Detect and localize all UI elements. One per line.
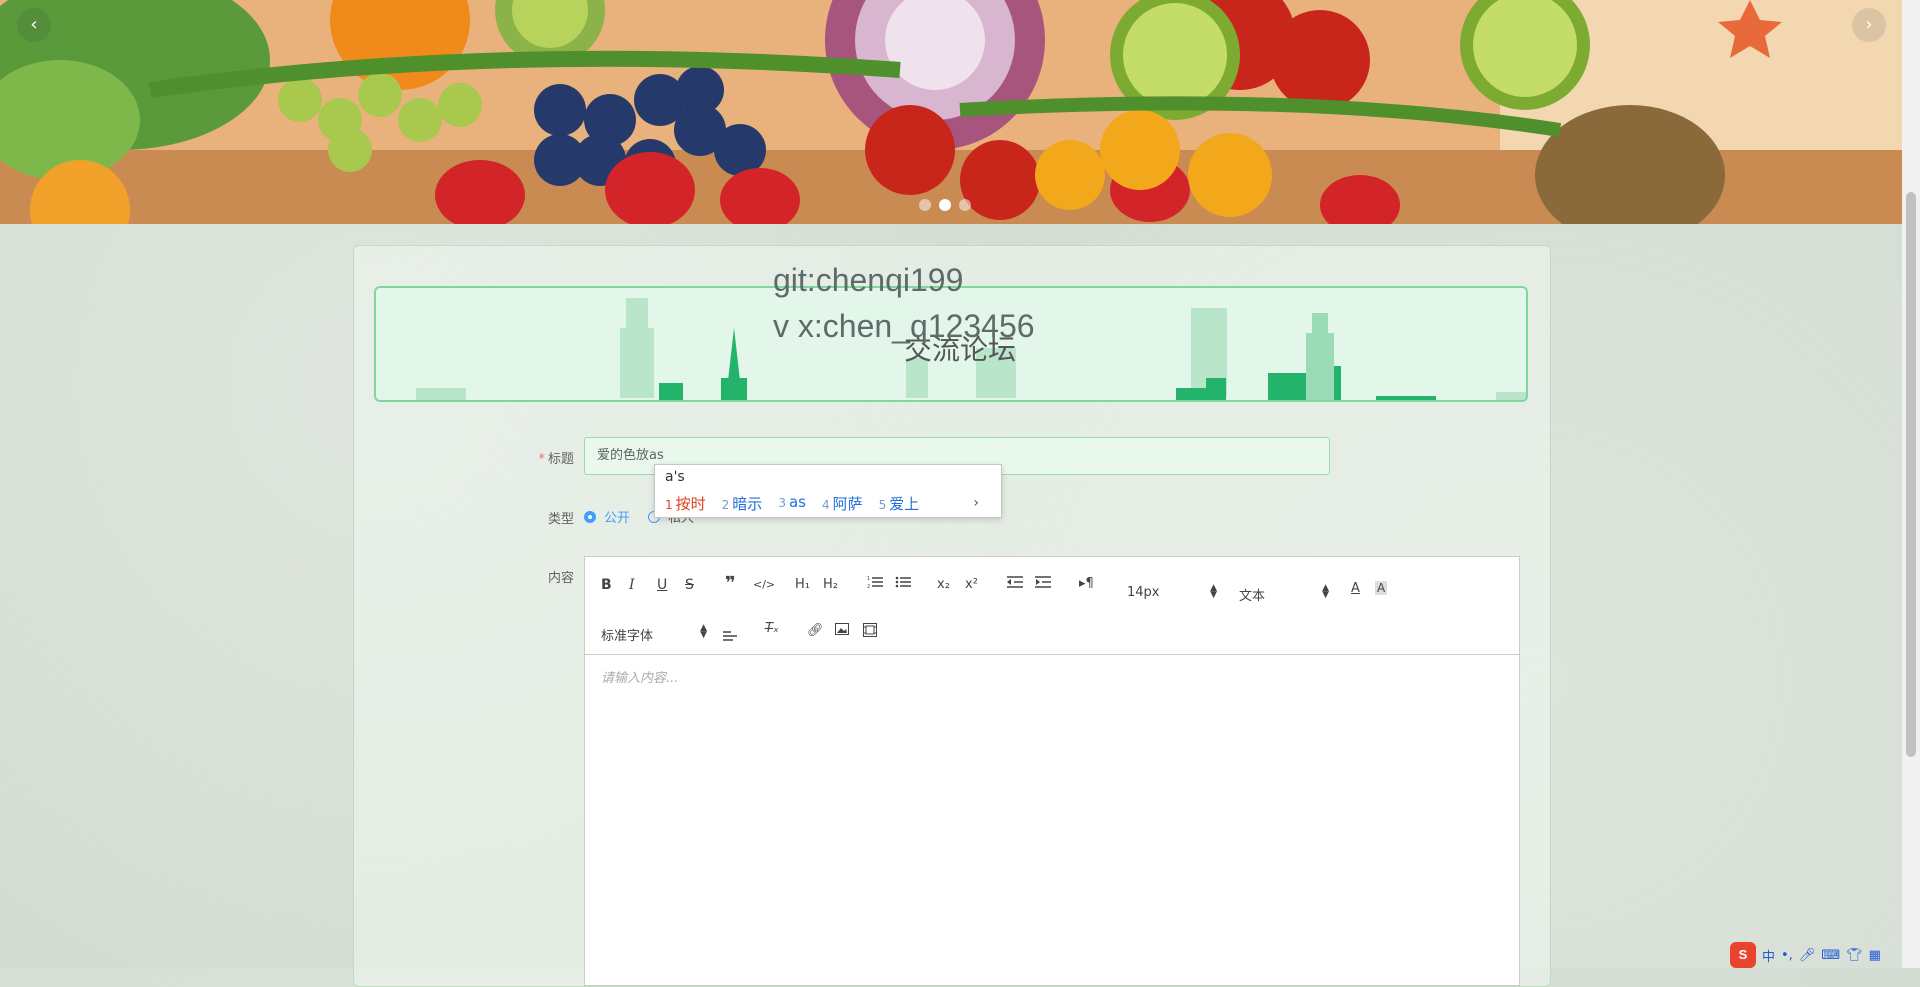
ime-candidate-list: 1 按时 2 暗示 3 as 4 阿萨 5 爱上 — [665, 493, 919, 514]
fruit-vegetable-image — [0, 0, 1902, 224]
link-icon[interactable]: 🔗︎ — [807, 623, 824, 638]
align-icon[interactable] — [723, 627, 737, 641]
page-scrollbar[interactable] — [1902, 0, 1920, 968]
carousel-dot-active[interactable] — [939, 199, 951, 211]
header-value: 文本 — [1239, 589, 1266, 604]
ime-composition: a's — [665, 469, 685, 485]
ime-tray: S 中 •, 🎤︎ ⌨ 👕︎ ▦ — [1730, 942, 1881, 968]
title-label-text: 标题 — [547, 452, 574, 467]
svg-text:1: 1 — [867, 576, 870, 582]
scrollbar-thumb[interactable] — [1906, 192, 1916, 757]
carousel-banner: ‹ › — [0, 0, 1902, 224]
font-family-value: 标准字体 — [601, 629, 654, 644]
editor-placeholder[interactable]: 请输入内容... — [601, 667, 678, 686]
blockquote-icon[interactable]: ❞ — [725, 573, 736, 594]
font-size-value: 14px — [1127, 585, 1160, 600]
carousel-dot[interactable] — [919, 199, 931, 211]
punctuation-icon[interactable]: •, — [1781, 948, 1793, 963]
required-mark: * — [538, 452, 545, 467]
ime-candidate-1[interactable]: 1 按时 — [665, 493, 706, 514]
video-icon[interactable] — [863, 623, 877, 637]
font-family-picker[interactable]: 标准字体 ▲ ▼ — [601, 623, 707, 645]
watermark-line-1: git:chenqi199 — [773, 262, 964, 298]
type-radio-public[interactable]: 公开 — [584, 507, 630, 526]
radio-checked-icon — [584, 510, 596, 523]
font-color-icon[interactable]: A — [1351, 581, 1360, 596]
subscript-icon[interactable]: x₂ — [937, 577, 950, 592]
rich-text-editor: B I U S ❞ </> H₁ H₂ 12 x₂ x² ▸¶ 14px ▲ ▼ … — [584, 556, 1520, 986]
picker-arrows-icon: ▲ ▼ — [1322, 583, 1329, 600]
font-size-picker[interactable]: 14px ▲ ▼ — [1127, 583, 1217, 601]
code-block-icon[interactable]: </> — [753, 578, 775, 591]
type-label: 类型 — [547, 512, 574, 527]
watermark-line-2: v x:chen_q123456 — [773, 308, 1035, 344]
background-color-icon[interactable]: A — [1375, 581, 1388, 595]
candidate-num: 3 — [778, 496, 786, 510]
ime-candidate-4[interactable]: 4 阿萨 — [822, 493, 863, 514]
title-label: * 标题 — [494, 448, 574, 467]
candidate-num: 2 — [721, 498, 730, 512]
carousel-prev-button[interactable]: ‹ — [17, 8, 51, 42]
outdent-icon[interactable] — [1007, 575, 1023, 589]
ime-candidate-3[interactable]: 3 as — [778, 493, 806, 514]
candidate-num: 5 — [878, 498, 887, 512]
superscript-icon[interactable]: x² — [965, 577, 978, 592]
candidate-num: 1 — [665, 498, 673, 512]
header-1-icon[interactable]: H₁ — [795, 577, 810, 592]
carousel-dot[interactable] — [959, 199, 971, 211]
editor-toolbar: B I U S ❞ </> H₁ H₂ 12 x₂ x² ▸¶ 14px ▲ ▼ … — [585, 557, 1519, 655]
candidate-text: 爱上 — [889, 495, 920, 513]
indent-icon[interactable] — [1035, 575, 1051, 589]
carousel-next-button[interactable]: › — [1852, 8, 1886, 42]
bullet-list-icon[interactable] — [895, 575, 911, 589]
keyboard-icon[interactable]: ⌨ — [1821, 948, 1840, 963]
carousel-indicators — [919, 199, 971, 211]
candidate-text: 按时 — [675, 495, 706, 513]
header-picker[interactable]: 文本 ▲ ▼ — [1239, 583, 1329, 605]
toolbox-icon[interactable]: ▦ — [1869, 948, 1881, 963]
strike-icon[interactable]: S — [685, 577, 694, 593]
ime-language-indicator[interactable]: 中 — [1762, 946, 1775, 965]
bold-icon[interactable]: B — [601, 577, 612, 593]
text-direction-icon[interactable]: ▸¶ — [1079, 576, 1094, 591]
ime-candidate-window: a's 1 按时 2 暗示 3 as 4 阿萨 5 爱上 › — [654, 464, 1002, 518]
type-option-public-label: 公开 — [604, 511, 631, 526]
ime-candidate-2[interactable]: 2 暗示 — [722, 493, 763, 514]
ordered-list-icon[interactable]: 12 — [867, 575, 883, 589]
ime-candidate-5[interactable]: 5 爱上 — [879, 493, 920, 514]
clear-format-icon[interactable]: T̶ₓ — [765, 621, 779, 636]
candidate-text: 阿萨 — [832, 495, 863, 513]
candidate-num: 4 — [821, 498, 830, 512]
ime-next-page-icon[interactable]: › — [973, 495, 979, 511]
candidate-text: as — [788, 493, 806, 511]
picker-arrows-icon: ▲ ▼ — [700, 623, 707, 640]
microphone-icon[interactable]: 🎤︎ — [1799, 948, 1816, 963]
candidate-text: 暗示 — [732, 495, 763, 513]
skin-icon[interactable]: 👕︎ — [1846, 948, 1863, 963]
sogou-logo-icon[interactable]: S — [1730, 942, 1756, 968]
picker-arrows-icon: ▲ ▼ — [1210, 583, 1217, 600]
content-label: 内容 — [547, 571, 574, 586]
header-2-icon[interactable]: H₂ — [823, 577, 838, 592]
italic-icon[interactable]: I — [629, 577, 635, 593]
underline-icon[interactable]: U — [657, 577, 667, 593]
image-icon[interactable] — [835, 623, 849, 635]
svg-text:2: 2 — [867, 584, 870, 589]
